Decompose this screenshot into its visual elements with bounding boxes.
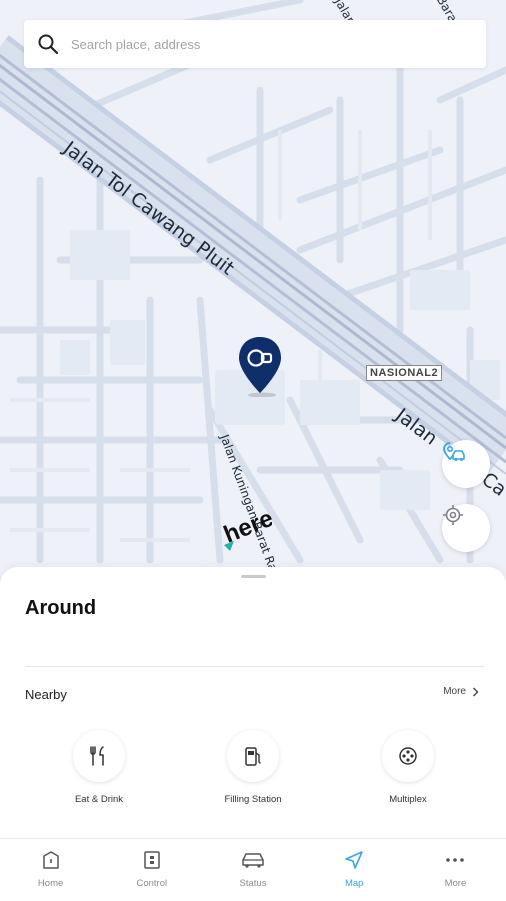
chevron-right-icon <box>473 687 479 696</box>
crosshair-icon <box>443 505 463 525</box>
car-location-icon <box>443 442 465 461</box>
tab-label: Map <box>344 878 364 889</box>
my-location-button[interactable] <box>442 504 490 552</box>
nearby-more-link[interactable]: More <box>443 686 479 697</box>
map-pin-icon <box>239 337 281 397</box>
category-label: Multiplex <box>389 794 427 805</box>
tab-control[interactable]: Control <box>101 839 202 901</box>
road-shield-badge: NASIONAL2 <box>366 365 443 381</box>
search-icon <box>38 34 59 55</box>
tab-label: More <box>444 878 467 889</box>
category-label: Eat & Drink <box>74 794 124 805</box>
bottom-tab-bar: Home Control Status Map More <box>0 838 506 901</box>
car-icon <box>242 853 264 868</box>
more-dots-icon <box>446 858 465 862</box>
here-logo: here <box>222 505 272 553</box>
vehicle-locate-button[interactable] <box>442 440 490 488</box>
tab-more[interactable]: More <box>405 839 506 901</box>
tab-label: Home <box>37 878 64 889</box>
svg-text:here: here <box>222 505 272 549</box>
remote-control-icon <box>144 851 160 869</box>
category-multiplex[interactable]: Multiplex <box>348 730 468 805</box>
nearby-label: Nearby <box>25 687 67 702</box>
more-link-label: More <box>443 686 466 697</box>
vehicle-location-pin[interactable] <box>238 337 282 397</box>
category-label: Filling Station <box>224 794 282 805</box>
tab-label: Control <box>136 878 168 889</box>
navigation-arrow-icon <box>345 851 364 869</box>
category-eat-drink[interactable]: Eat & Drink <box>39 730 159 805</box>
fork-knife-icon <box>90 746 104 766</box>
search-bar[interactable] <box>24 20 486 68</box>
tab-status[interactable]: Status <box>202 839 303 901</box>
tab-map[interactable]: Map <box>304 839 405 901</box>
tab-label: Status <box>239 878 267 889</box>
divider <box>25 666 484 667</box>
category-filling-station[interactable]: Filling Station <box>193 730 313 805</box>
search-input[interactable] <box>69 35 453 53</box>
map-view[interactable]: Jalan Tol Cawang Pluit Jalan Ca Jalan Ku… <box>0 0 506 600</box>
home-icon <box>42 851 59 869</box>
sheet-drag-handle[interactable] <box>241 575 266 578</box>
film-reel-icon <box>399 747 417 765</box>
sheet-title: Around <box>25 597 97 619</box>
tab-home[interactable]: Home <box>0 839 101 901</box>
fuel-pump-icon <box>245 747 261 766</box>
